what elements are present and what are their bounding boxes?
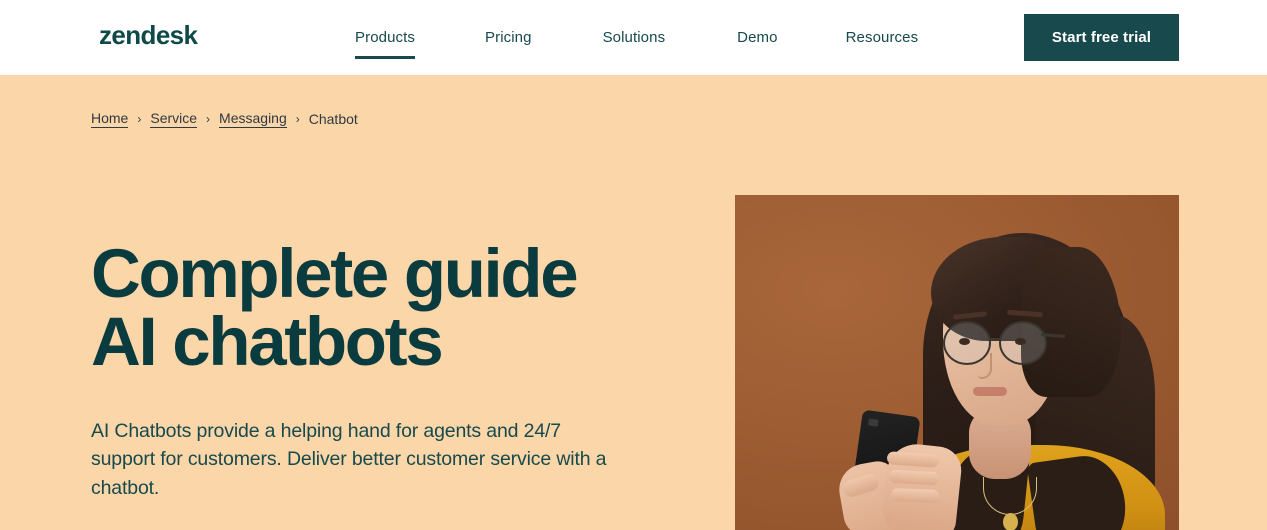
page-title-line-2: AI chatbots <box>91 303 444 381</box>
page-title: Complete guide AI chatbots <box>91 239 651 381</box>
hero-subtitle: AI Chatbots provide a helping hand for a… <box>91 419 607 500</box>
eye-left <box>959 338 970 345</box>
page-root: zendesk Products Pricing Solutions Demo … <box>0 0 1267 530</box>
primary-nav: Products Pricing Solutions Demo Resource… <box>355 0 918 75</box>
necklace-pendant <box>1003 513 1018 530</box>
breadcrumb-item-chatbot: Chatbot <box>308 110 358 127</box>
photo-backdrop <box>735 195 1179 530</box>
nav-item-solutions[interactable]: Solutions <box>603 8 666 67</box>
breadcrumb-separator-icon: › <box>206 111 211 126</box>
hero-photo <box>735 195 1179 530</box>
glasses-bridge <box>990 338 1001 341</box>
hair-side-sweep <box>1021 247 1121 397</box>
start-free-trial-button[interactable]: Start free trial <box>1024 14 1179 61</box>
nav-item-products[interactable]: Products <box>355 8 415 67</box>
nav-item-demo[interactable]: Demo <box>737 8 777 67</box>
breadcrumb-item-home[interactable]: Home <box>91 111 129 128</box>
nav-item-pricing[interactable]: Pricing <box>485 8 532 67</box>
zendesk-logo[interactable]: zendesk <box>99 22 198 48</box>
eye-right <box>1015 338 1026 345</box>
breadcrumb-separator-icon: › <box>295 111 300 126</box>
hero-section: Home › Service › Messaging › Chatbot Com… <box>0 75 1267 530</box>
nose <box>978 353 992 379</box>
page-title-line-1: Complete guide <box>91 235 579 312</box>
breadcrumb: Home › Service › Messaging › Chatbot <box>91 111 358 128</box>
breadcrumb-item-service[interactable]: Service <box>150 111 198 128</box>
person-illustration <box>735 195 1179 530</box>
mouth <box>973 387 1007 396</box>
finger <box>890 488 940 503</box>
nav-item-resources[interactable]: Resources <box>846 8 919 67</box>
phone-camera <box>867 418 879 427</box>
breadcrumb-item-messaging[interactable]: Messaging <box>219 111 287 128</box>
top-navigation-bar: zendesk Products Pricing Solutions Demo … <box>0 0 1267 75</box>
hero-text-block: Complete guide AI chatbots AI Chatbots pr… <box>91 239 651 503</box>
finger <box>888 469 940 486</box>
breadcrumb-separator-icon: › <box>137 111 142 126</box>
